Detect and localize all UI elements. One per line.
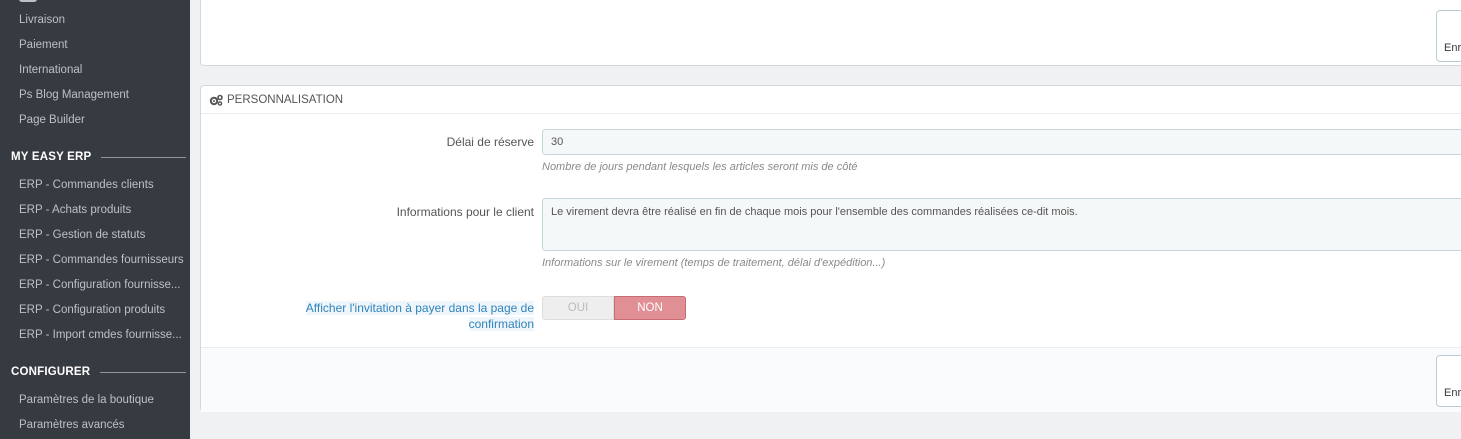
sidebar-item-erp-configuration-produits[interactable]: ERP - Configuration produits — [19, 303, 184, 317]
toggle-no-option[interactable]: NON — [614, 296, 686, 320]
cogs-icon — [209, 94, 223, 106]
previous-panel: Enregistrer — [200, 0, 1461, 66]
invite-label[interactable]: Afficher l'invitation à payer dans la pa… — [201, 300, 534, 332]
personalization-panel: PERSONNALISATION Délai de réserve 30 Nom… — [200, 85, 1461, 412]
invite-label-line2: confirmation — [468, 317, 534, 331]
panel-heading: PERSONNALISATION — [201, 86, 1461, 114]
sidebar-item-page-builder[interactable]: Page Builder — [19, 113, 184, 127]
panel-footer: Enregistrer — [201, 347, 1461, 412]
reserve-label: Délai de réserve — [446, 135, 534, 149]
invite-toggle[interactable]: OUI NON — [542, 296, 686, 320]
client-info-help-text: Informations sur le virement (temps de t… — [542, 257, 886, 269]
reserve-help-text: Nombre de jours pendant lesquels les art… — [542, 161, 858, 173]
sidebar: Livraison Paiement International Ps Blog… — [0, 0, 190, 439]
sidebar-item-erp-commandes-fournisseurs[interactable]: ERP - Commandes fournisseurs — [19, 253, 184, 267]
invite-label-line1: Afficher l'invitation à payer dans la pa… — [305, 301, 534, 315]
sidebar-item-erp-configuration-fournisseurs[interactable]: ERP - Configuration fournisse... — [19, 278, 184, 292]
sidebar-section-configurer: CONFIGURER — [11, 365, 186, 379]
client-info-label: Informations pour le client — [396, 205, 534, 219]
sidebar-item-international[interactable]: International — [19, 63, 184, 77]
sidebar-item-erp-achats-produits[interactable]: ERP - Achats produits — [19, 203, 184, 217]
panel-title: PERSONNALISATION — [227, 93, 344, 106]
reserve-delay-input[interactable]: 30 — [542, 129, 1461, 155]
sidebar-item-erp-import-cmdes[interactable]: ERP - Import cmdes fournisse... — [19, 328, 184, 342]
save-button[interactable]: Enregistrer — [1436, 10, 1461, 62]
sidebar-item-ps-blog[interactable]: Ps Blog Management — [19, 88, 184, 102]
sidebar-item-partial[interactable] — [19, 0, 39, 2]
divider — [101, 156, 186, 158]
sidebar-section-title: CONFIGURER — [11, 366, 91, 378]
sidebar-item-erp-commandes-clients[interactable]: ERP - Commandes clients — [19, 178, 184, 192]
sidebar-section-title: MY EASY ERP — [11, 151, 92, 163]
sidebar-item-parametres-boutique[interactable]: Paramètres de la boutique — [19, 393, 184, 407]
sidebar-section-my-easy-erp: MY EASY ERP — [11, 150, 186, 164]
divider — [100, 371, 186, 373]
sidebar-item-livraison[interactable]: Livraison — [19, 13, 184, 27]
sidebar-item-erp-gestion-statuts[interactable]: ERP - Gestion de statuts — [19, 228, 184, 242]
save-button[interactable]: Enregistrer — [1436, 355, 1461, 407]
sidebar-item-parametres-avances[interactable]: Paramètres avancés — [19, 418, 184, 432]
toggle-yes-option[interactable]: OUI — [542, 296, 614, 320]
sidebar-item-paiement[interactable]: Paiement — [19, 38, 184, 52]
client-info-textarea[interactable]: Le virement devra être réalisé en fin de… — [542, 198, 1461, 251]
